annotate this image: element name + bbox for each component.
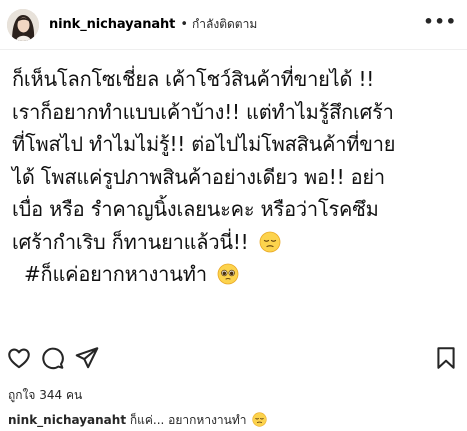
heart-icon[interactable] [6,345,32,371]
caption-line: เบื่อ หรือ รำคาญนิ้งเลยนะคะ หรือว่าโรคซึ… [12,193,459,226]
post-actions [0,345,467,379]
caption-text: ที่โพสไป ทำไมไม่รู้!! ต่อไปไม่โพสสินค้าท… [12,132,396,156]
follow-status-button[interactable]: กำลังติดตาม [192,15,257,34]
caption-line: ที่โพสไป ทำไมไม่รู้!! ต่อไปไม่โพสสินค้าท… [12,128,459,161]
comment-icon[interactable] [39,345,65,371]
pensive-face-emoji [252,412,267,427]
caption-preview: nink_nichayanaht ก็แค่... อยากหางานทำ [8,411,267,430]
post-caption: ก็เห็นโลกโซเชี่ยล เค้าโชว์สินค้าที่ขายได… [0,51,467,334]
pensive-face-emoji [259,231,281,252]
bookmark-icon[interactable] [433,345,459,371]
caption-text: เราก็อยากทำแบบเค้าบ้าง!! แต่ทำไมรู้สึกเศ… [12,99,394,124]
caption-text: เบื่อ หรือ รำคาญนิ้งเลยนะคะ หรือว่าโรคซึ… [12,197,379,221]
hashtag-line: #ก็แค่อยากหางานทำ [12,258,459,291]
caption-text: ก็เห็นโลกโซเชี่ยล เค้าโชว์สินค้าที่ขายได… [12,67,375,91]
hashtag-link[interactable]: #ก็แค่อยากหางานทำ [24,262,207,286]
caption-line: ก็เห็นโลกโซเชี่ยล เค้าโชว์สินค้าที่ขายได… [12,63,459,96]
caption-text: เศร้ากำเริบ ก็ทานยาแล้วนี่!! [12,229,249,254]
caption-username[interactable]: nink_nichayanaht [8,413,126,427]
more-options-icon[interactable]: ••• [423,14,457,30]
likes-count[interactable]: ถูกใจ 344 คน [8,386,82,405]
share-icon[interactable] [74,345,100,371]
header-separator: • [180,17,188,32]
post-header: nink_nichayanaht • กำลังติดตาม ••• [0,0,467,50]
caption-preview-text: ก็แค่... อยากหางานทำ [129,413,247,427]
pleading-face-emoji [217,263,239,285]
caption-line: ได้ โพสแค่รูปภาพสินค้าอย่างเดียว พอ!! อย… [12,161,459,194]
header-username[interactable]: nink_nichayanaht [49,17,175,32]
avatar[interactable] [7,8,39,41]
caption-line: เศร้ากำเริบ ก็ทานยาแล้วนี่!! [12,226,459,259]
caption-line: เราก็อยากทำแบบเค้าบ้าง!! แต่ทำไมรู้สึกเศ… [12,96,459,129]
caption-text: ได้ โพสแค่รูปภาพสินค้าอย่างเดียว พอ!! อย… [12,164,385,189]
